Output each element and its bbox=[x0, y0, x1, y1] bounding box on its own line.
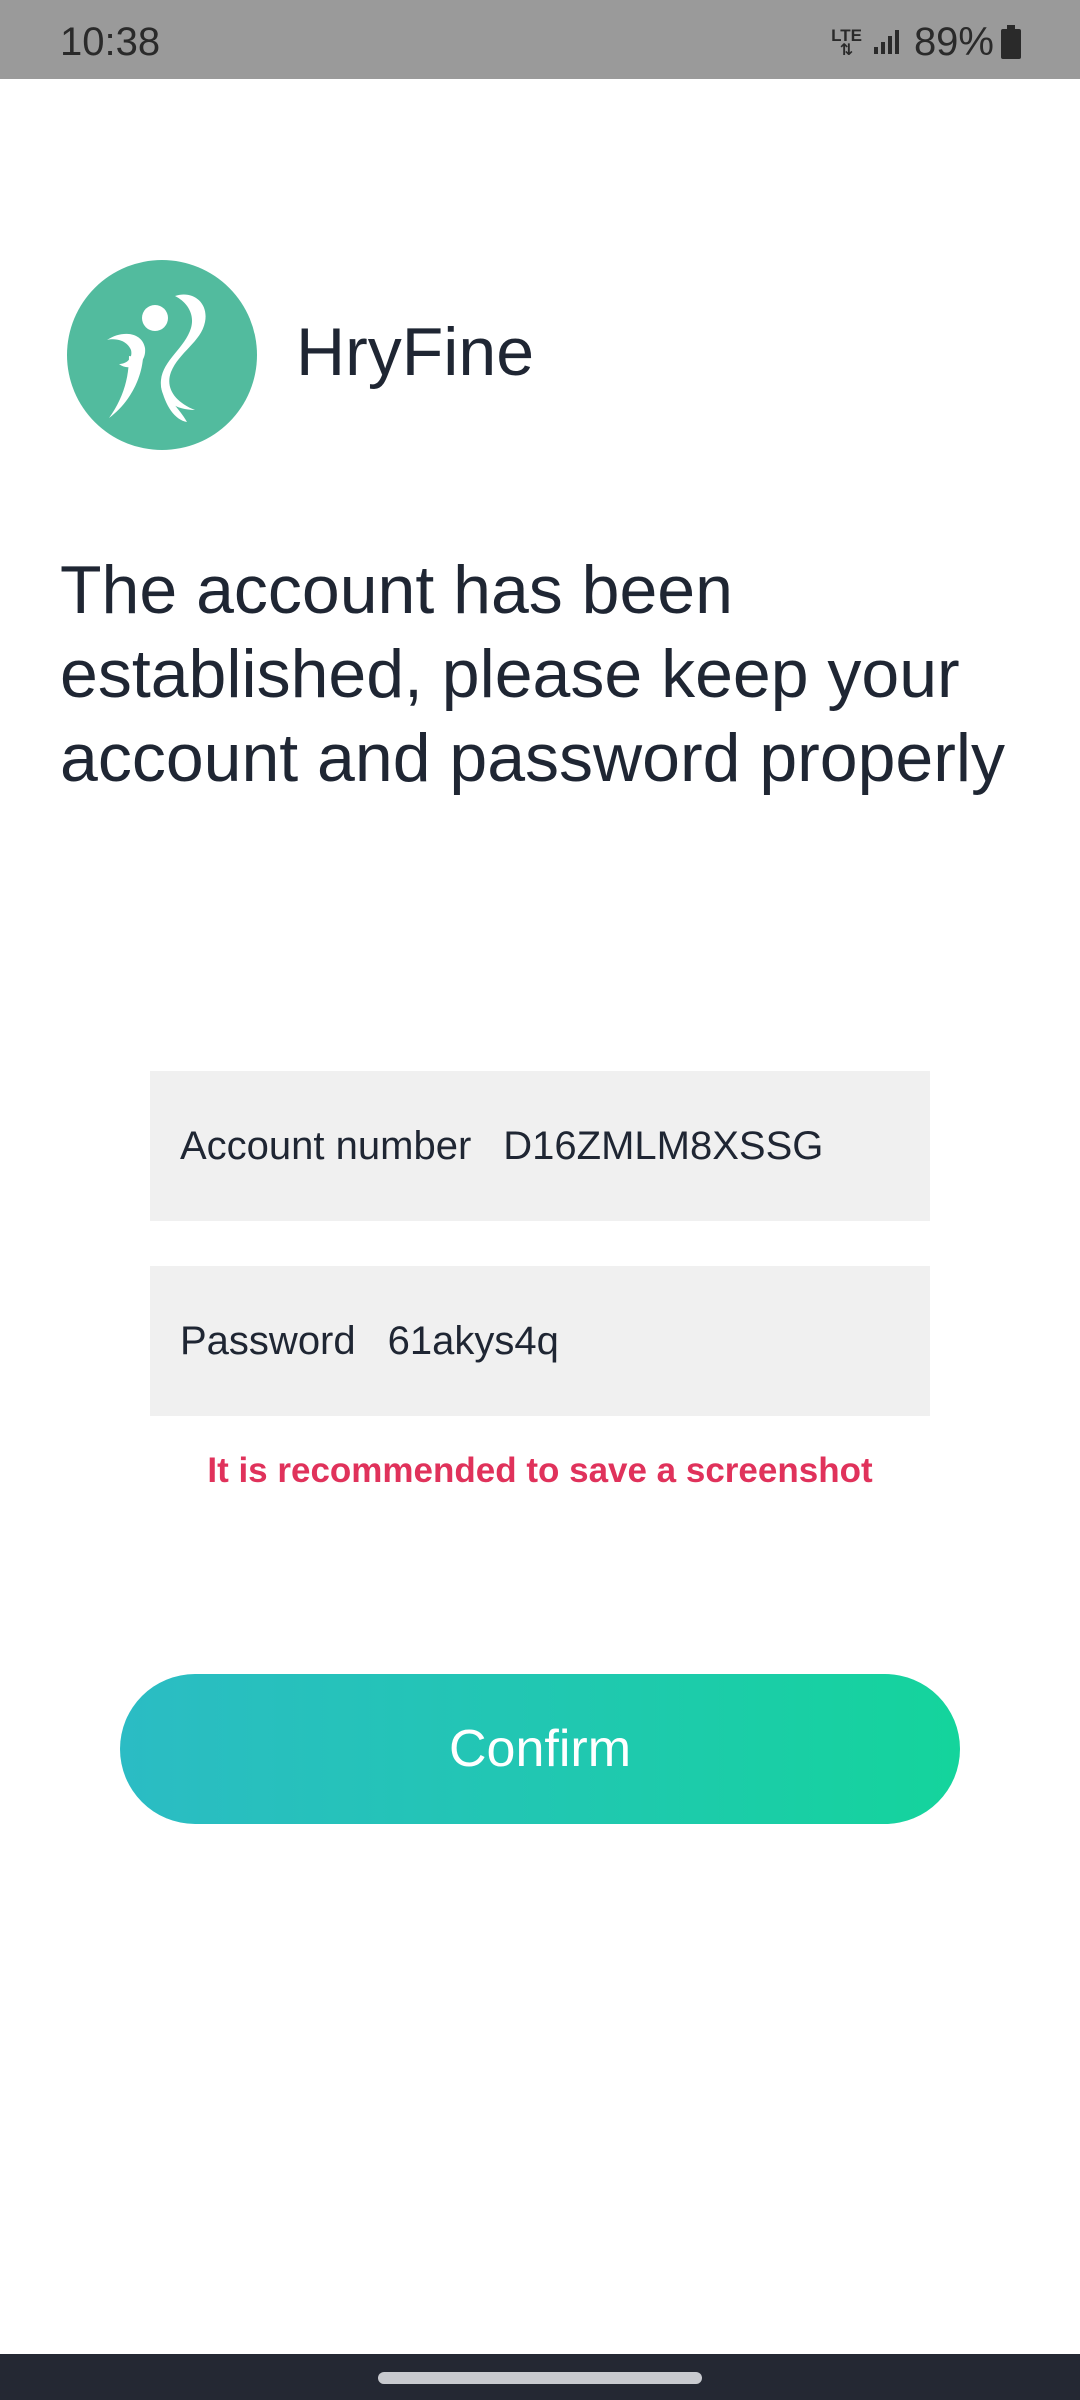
navigation-bar bbox=[0, 2354, 1080, 2400]
status-icons: LTE ⇅ 89% bbox=[831, 22, 1022, 62]
hryfine-logo-icon bbox=[67, 260, 257, 450]
lte-icon: LTE ⇅ bbox=[831, 27, 862, 59]
status-bar: 10:38 LTE ⇅ 89% bbox=[0, 0, 1080, 79]
account-number-value[interactable]: D16ZMLM8XSSG bbox=[503, 1124, 823, 1169]
account-number-label: Account number bbox=[180, 1123, 472, 1168]
password-value[interactable]: 61akys4q bbox=[388, 1319, 559, 1364]
screenshot-hint: It is recommended to save a screenshot bbox=[207, 1451, 873, 1490]
data-arrows-icon: ⇅ bbox=[839, 41, 854, 59]
signal-icon bbox=[873, 30, 899, 54]
password-field[interactable]: Password 61akys4q bbox=[150, 1266, 930, 1416]
battery-percent: 89% bbox=[913, 20, 994, 64]
password-label: Password bbox=[180, 1318, 356, 1363]
confirm-button[interactable]: Confirm bbox=[120, 1674, 960, 1824]
page-title: The account has been established, please… bbox=[60, 552, 1005, 796]
battery-icon bbox=[1001, 25, 1021, 59]
account-number-field[interactable]: Account number D16ZMLM8XSSG bbox=[150, 1071, 930, 1221]
app-name: HryFine bbox=[296, 314, 535, 390]
home-handle-icon[interactable] bbox=[378, 2372, 702, 2384]
status-time: 10:38 bbox=[60, 20, 161, 64]
